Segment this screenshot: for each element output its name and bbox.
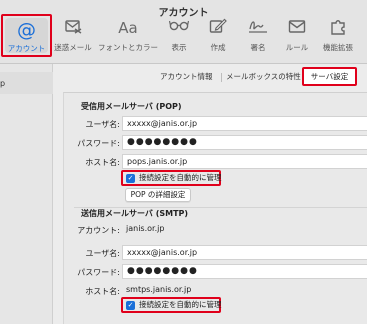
toolbar-signature-button[interactable]: 署名 (243, 18, 273, 60)
outgoing-password-field[interactable]: ●●●●●●●● (122, 264, 367, 279)
outgoing-password-label: パスワード: (77, 268, 120, 277)
outgoing-username-label: ユーザ名: (85, 249, 120, 258)
outgoing-account-label: アカウント: (77, 226, 120, 235)
toolbar-view-label: 表示 (171, 43, 187, 52)
junk-mail-icon (53, 18, 93, 38)
toolbar-extensions-button[interactable]: 機能拡張 (318, 18, 358, 60)
pop-advanced-settings-button[interactable]: POP の詳細設定 (125, 188, 191, 202)
toolbar-rules-button[interactable]: ルール (282, 18, 312, 60)
incoming-auto-manage-label: 接続設定を自動的に管理 (139, 173, 222, 182)
toolbar-account-label: アカウント (7, 44, 46, 53)
outgoing-auto-manage-label: 接続設定を自動的に管理 (139, 300, 222, 309)
incoming-password-label: パスワード: (77, 139, 120, 148)
toolbar: アカウント @ アカウント 迷惑メール Aa フォントとカラー 表示 作成 署名 (0, 0, 367, 64)
incoming-username-field[interactable]: xxxxx@janis.or.jp (122, 116, 367, 131)
incoming-username-label: ユーザ名: (85, 120, 120, 129)
settings-tabs: アカウント情報 メールボックスの特性 (150, 69, 301, 85)
toolbar-account-button[interactable]: @ アカウント (1, 14, 52, 57)
tab-separator (221, 73, 222, 82)
checkmark-icon: ✓ (126, 174, 135, 183)
toolbar-compose-label: 作成 (210, 43, 226, 52)
server-settings-panel: 受信用メールサーバ (POP) ユーザ名: xxxxx@janis.or.jp … (63, 92, 367, 324)
outgoing-account-select[interactable]: janis.or.jp (122, 222, 367, 237)
toolbar-extensions-label: 機能拡張 (323, 43, 353, 52)
toolbar-junk-label: 迷惑メール (54, 43, 92, 52)
toolbar-rules-label: ルール (285, 43, 309, 52)
outgoing-username-field[interactable]: xxxxx@janis.or.jp (122, 245, 367, 260)
accounts-sidebar: p (0, 64, 53, 324)
signature-icon (243, 18, 273, 38)
incoming-auto-manage-checkbox[interactable]: ✓ 接続設定を自動的に管理 (121, 170, 222, 186)
toolbar-fonts-button[interactable]: Aa フォントとカラー (96, 18, 160, 60)
fonts-colors-icon: Aa (118, 19, 138, 37)
incoming-server-heading: 受信用メールサーバ (POP) (81, 102, 182, 111)
rules-icon (282, 18, 312, 38)
incoming-host-label: ホスト名: (85, 158, 120, 167)
checkmark-icon: ✓ (126, 301, 135, 310)
toolbar-junk-button[interactable]: 迷惑メール (53, 18, 93, 60)
outgoing-server-heading: 送信用メールサーバ (SMTP) (81, 209, 189, 218)
toolbar-view-button[interactable]: 表示 (163, 18, 195, 60)
window-title: アカウント (158, 8, 209, 19)
toolbar-fonts-label: フォントとカラー (98, 43, 158, 52)
tab-account-info[interactable]: アカウント情報 (160, 69, 213, 85)
toolbar-overflow[interactable] (360, 18, 367, 60)
toolbar-compose-button[interactable]: 作成 (203, 18, 233, 60)
glasses-icon (163, 18, 195, 38)
tab-mailbox-behaviors[interactable]: メールボックスの特性 (226, 69, 301, 85)
outgoing-host-label: ホスト名: (85, 287, 120, 296)
account-list-item-label: p (0, 79, 6, 88)
outgoing-host-field[interactable]: smtps.janis.or.jp (122, 283, 367, 298)
toolbar-signature-label: 署名 (250, 43, 266, 52)
outgoing-auto-manage-checkbox[interactable]: ✓ 接続設定を自動的に管理 (121, 297, 222, 313)
incoming-host-field[interactable]: pops.janis.or.jp (122, 154, 367, 169)
account-list-item[interactable]: p (0, 72, 53, 94)
compose-icon (203, 18, 233, 38)
at-icon: @ (17, 19, 36, 41)
tab-server-settings[interactable]: サーバ設定 (302, 67, 357, 86)
puzzle-icon (318, 18, 358, 38)
incoming-password-field[interactable]: ●●●●●●●● (122, 135, 367, 150)
